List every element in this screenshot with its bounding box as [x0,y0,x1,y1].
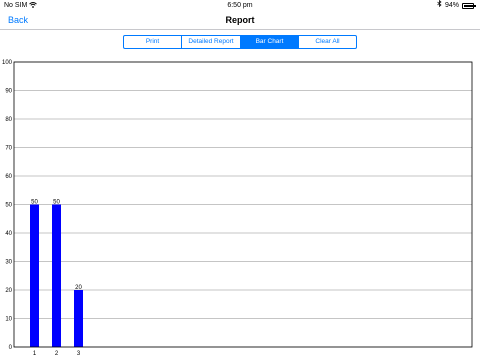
y-tick-label: 30 [5,260,12,266]
y-tick-label: 40 [5,231,12,237]
x-tick-label: 2 [55,351,59,357]
bar-data-label: 50 [31,200,38,206]
x-tick-label: 3 [77,351,81,357]
y-tick-label: 100 [2,60,13,66]
y-tick-label: 10 [5,317,12,323]
bar-chart: 0 10 20 30 40 50 60 70 80 90 100 50 1 50 2 20 3 [2,60,473,357]
y-tick-label: 0 [9,345,13,351]
y-tick-label: 60 [5,174,12,180]
bar-2 [52,204,61,347]
y-tick-label: 70 [5,146,12,152]
y-tick-label: 50 [5,203,12,209]
bar-1 [30,204,39,347]
y-tick-label: 90 [5,89,12,95]
x-tick-label: 1 [33,351,37,357]
bar-3 [74,290,83,347]
y-tick-label: 20 [5,288,12,294]
y-tick-label: 80 [5,117,12,123]
bar-data-label: 50 [53,200,60,206]
bar-data-label: 20 [75,285,82,291]
